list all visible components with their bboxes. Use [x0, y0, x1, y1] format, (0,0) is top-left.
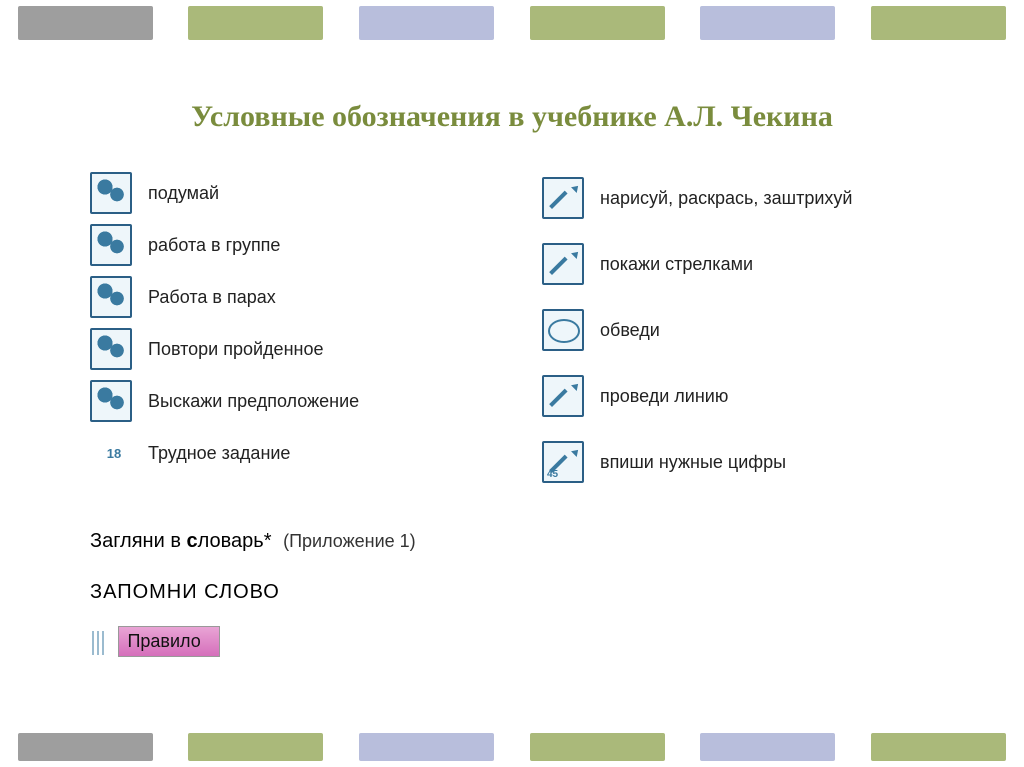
legend-row: Повтори пройденное	[90, 326, 512, 372]
legend-label: впиши нужные цифры	[600, 451, 786, 474]
legend-row: 45 впиши нужные цифры	[542, 434, 964, 490]
decor-seg	[871, 733, 1006, 761]
arrows-icon	[542, 243, 584, 285]
legend-label: Повтори пройденное	[148, 338, 323, 361]
decor-seg	[359, 733, 494, 761]
legend-row: проведи линию	[542, 368, 964, 424]
group-icon	[90, 224, 132, 266]
decor-seg	[700, 733, 835, 761]
page-title: Условные обозначения в учебнике А.Л. Чек…	[0, 100, 1024, 134]
lookup-prefix: Загляни в	[90, 530, 187, 552]
legend-label: работа в группе	[148, 234, 280, 257]
legend-label: покажи стрелками	[600, 253, 753, 276]
legend-row: подумай	[90, 170, 512, 216]
rule-row: Правило	[90, 604, 964, 657]
legend-row: 18 Трудное задание	[90, 430, 512, 476]
repeat-icon	[90, 328, 132, 370]
legend-label: Выскажи предположение	[148, 390, 359, 413]
legend-label: проведи линию	[600, 385, 728, 408]
decor-seg	[188, 733, 323, 761]
decor-band-top	[0, 6, 1024, 40]
speak-icon	[90, 380, 132, 422]
decor-band-bottom	[0, 733, 1024, 761]
rule-box: Правило	[118, 626, 219, 657]
decor-seg	[700, 6, 835, 40]
lookup-line: Загляни в словарь* (Приложение 1)	[90, 530, 964, 553]
legend-row: покажи стрелками	[542, 236, 964, 292]
legend-row: работа в группе	[90, 222, 512, 268]
lookup-rest: ловарь*	[198, 530, 272, 552]
digits-icon: 45	[542, 441, 584, 483]
legend-label: нарисуй, раскрась, заштрихуй	[600, 187, 852, 210]
legend-column-left: подумай работа в группе Работа в парах П…	[90, 170, 512, 500]
rule-marks-icon	[90, 631, 112, 655]
content-area: подумай работа в группе Работа в парах П…	[90, 170, 964, 657]
decor-seg	[871, 6, 1006, 40]
pair-icon	[90, 276, 132, 318]
decor-seg	[188, 6, 323, 40]
legend-label: Трудное задание	[148, 442, 290, 465]
think-icon	[90, 172, 132, 214]
legend-row: Выскажи предположение	[90, 378, 512, 424]
appendix-note: (Приложение 1)	[283, 531, 416, 551]
legend-label: Работа в парах	[148, 286, 276, 309]
decor-seg	[359, 6, 494, 40]
pencil-icon	[542, 177, 584, 219]
circle-icon	[542, 309, 584, 351]
below-block: Загляни в словарь* (Приложение 1) ЗАПОМН…	[90, 530, 964, 657]
decor-seg	[530, 6, 665, 40]
legend-row: нарисуй, раскрась, заштрихуй	[542, 170, 964, 226]
legend-label: подумай	[148, 182, 219, 205]
remember-word: ЗАПОМНИ СЛОВО	[90, 581, 964, 604]
decor-seg	[18, 6, 153, 40]
legend-column-right: нарисуй, раскрась, заштрихуй покажи стре…	[512, 170, 964, 500]
hard-task-number: 18	[90, 446, 138, 461]
decor-seg	[530, 733, 665, 761]
legend-row: Работа в парах	[90, 274, 512, 320]
legend-row: обведи	[542, 302, 964, 358]
decor-seg	[18, 733, 153, 761]
line-icon	[542, 375, 584, 417]
lookup-bold: с	[187, 530, 198, 552]
legend-label: обведи	[600, 319, 660, 342]
